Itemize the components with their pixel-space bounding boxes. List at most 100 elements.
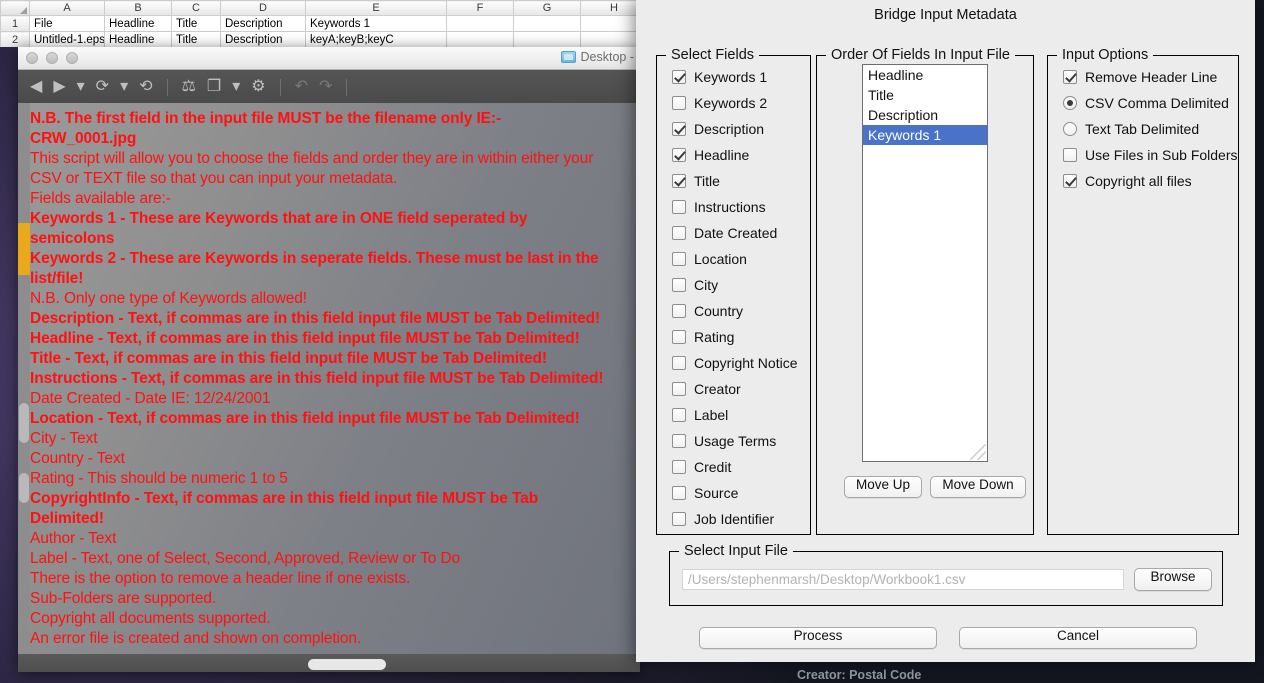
close-icon[interactable] <box>26 52 38 64</box>
checkbox-checked-icon[interactable] <box>672 122 686 136</box>
checkbox-icon[interactable] <box>672 330 686 344</box>
cell-f2[interactable] <box>446 31 514 47</box>
scrollbar-thumb[interactable] <box>19 403 29 443</box>
cell-a1[interactable]: File <box>29 15 105 32</box>
copy-dropdown-icon[interactable]: ▾ <box>232 79 240 95</box>
checkbox-checked-icon[interactable] <box>1063 70 1077 84</box>
checkbox-checked-icon[interactable] <box>1063 174 1077 188</box>
cell-h1[interactable] <box>580 15 640 32</box>
checkbox-icon[interactable] <box>672 200 686 214</box>
checkbox-checked-icon[interactable] <box>672 70 686 84</box>
input-option-row[interactable]: Use Files in Sub Folders <box>1048 142 1238 168</box>
field-checkbox-row[interactable]: Title <box>657 168 810 194</box>
column-header-a[interactable]: A <box>29 0 105 16</box>
chevron-down-icon[interactable]: ▾ <box>77 79 85 95</box>
field-checkbox-row[interactable]: Instructions <box>657 194 810 220</box>
column-header-f[interactable]: F <box>446 0 514 16</box>
vertical-scrollbar[interactable] <box>18 103 30 672</box>
rotate-left-icon[interactable]: ⟳ <box>96 79 109 95</box>
get-photos-icon[interactable]: ⚖ <box>182 79 196 95</box>
checkbox-icon[interactable] <box>672 382 686 396</box>
checkbox-icon[interactable] <box>672 278 686 292</box>
row-header-1[interactable]: 1 <box>0 15 30 32</box>
cell-b1[interactable]: Headline <box>104 15 172 32</box>
redo-icon[interactable]: ↷ <box>319 79 332 95</box>
list-item[interactable]: Headline <box>863 65 987 85</box>
checkbox-icon[interactable] <box>672 226 686 240</box>
input-file-path-field[interactable]: /Users/stephenmarsh/Desktop/Workbook1.cs… <box>682 569 1124 590</box>
field-checkbox-row[interactable]: Date Created <box>657 220 810 246</box>
cell-b2[interactable]: Headline <box>104 31 172 47</box>
cell-e2[interactable]: keyA;keyB;keyC <box>305 31 447 47</box>
field-checkbox-row[interactable]: Credit <box>657 454 810 480</box>
field-checkbox-row[interactable]: Keywords 1 <box>657 64 810 90</box>
input-option-row[interactable]: Text Tab Delimited <box>1048 116 1238 142</box>
rotate-dropdown-icon[interactable]: ▾ <box>120 79 128 95</box>
cell-h2[interactable] <box>580 31 640 47</box>
field-checkbox-row[interactable]: City <box>657 272 810 298</box>
checkbox-icon[interactable] <box>672 434 686 448</box>
cell-d1[interactable]: Description <box>220 15 306 32</box>
checkbox-icon[interactable] <box>672 460 686 474</box>
field-checkbox-row[interactable]: Keywords 2 <box>657 90 810 116</box>
horizontal-scrollbar-thumb[interactable] <box>308 659 386 670</box>
window-titlebar[interactable]: Desktop - <box>18 47 640 70</box>
field-checkbox-row[interactable]: Copyright Notice <box>657 350 810 376</box>
field-checkbox-row[interactable]: Job Identifier <box>657 506 810 532</box>
cell-d2[interactable]: Description <box>220 31 306 47</box>
rotate-right-icon[interactable]: ⟲ <box>139 79 152 95</box>
refresh-icon[interactable]: ⚙ <box>251 79 265 95</box>
back-arrow-icon[interactable]: ◀ <box>30 79 42 95</box>
cancel-button[interactable]: Cancel <box>959 627 1197 649</box>
row-header-2[interactable]: 2 <box>0 31 30 47</box>
field-checkbox-row[interactable]: Source <box>657 480 810 506</box>
radio-icon[interactable] <box>1063 122 1077 136</box>
undo-icon[interactable]: ↶ <box>295 79 308 95</box>
checkbox-icon[interactable] <box>672 96 686 110</box>
column-header-c[interactable]: C <box>171 0 221 16</box>
checkbox-icon[interactable] <box>1063 148 1077 162</box>
column-header-h[interactable]: H <box>580 0 640 16</box>
list-item[interactable]: Title <box>863 85 987 105</box>
copy-icon[interactable]: ❐ <box>207 79 221 95</box>
checkbox-checked-icon[interactable] <box>672 148 686 162</box>
list-item[interactable]: Keywords 1 <box>863 125 987 145</box>
input-option-row[interactable]: Copyright all files <box>1048 168 1238 194</box>
field-checkbox-row[interactable]: Country <box>657 298 810 324</box>
cell-c2[interactable]: Title <box>171 31 221 47</box>
resize-grip-icon[interactable] <box>970 444 986 460</box>
field-checkbox-row[interactable]: Label <box>657 402 810 428</box>
checkbox-checked-icon[interactable] <box>672 174 686 188</box>
forward-arrow-icon[interactable]: ▶ <box>53 79 65 95</box>
maximize-icon[interactable] <box>66 52 78 64</box>
column-header-g[interactable]: G <box>513 0 581 16</box>
cell-f1[interactable] <box>446 15 514 32</box>
move-down-button[interactable]: Move Down <box>930 476 1026 498</box>
cell-e1[interactable]: Keywords 1 <box>305 15 447 32</box>
spreadsheet[interactable]: A B C D E F G H 1 File Headline Title De… <box>0 0 640 47</box>
checkbox-icon[interactable] <box>672 512 686 526</box>
field-checkbox-row[interactable]: Description <box>657 116 810 142</box>
list-item[interactable]: Description <box>863 105 987 125</box>
cell-a2[interactable]: Untitled-1.eps <box>29 31 105 47</box>
radio-selected-icon[interactable] <box>1063 96 1077 110</box>
field-checkbox-row[interactable]: Creator <box>657 376 810 402</box>
field-checkbox-row[interactable]: Usage Terms <box>657 428 810 454</box>
cell-g2[interactable] <box>513 31 581 47</box>
cell-g1[interactable] <box>513 15 581 32</box>
input-option-row[interactable]: Remove Header Line <box>1048 64 1238 90</box>
column-header-e[interactable]: E <box>305 0 447 16</box>
column-header-b[interactable]: B <box>104 0 172 16</box>
column-header-d[interactable]: D <box>220 0 306 16</box>
browse-button[interactable]: Browse <box>1134 568 1212 591</box>
field-checkbox-row[interactable]: Location <box>657 246 810 272</box>
select-all-corner[interactable] <box>0 0 30 16</box>
checkbox-icon[interactable] <box>672 252 686 266</box>
minimize-icon[interactable] <box>46 52 58 64</box>
checkbox-icon[interactable] <box>672 304 686 318</box>
order-fields-listbox[interactable]: Headline Title Description Keywords 1 <box>862 64 988 462</box>
field-checkbox-row[interactable]: Rating <box>657 324 810 350</box>
move-up-button[interactable]: Move Up <box>844 476 922 498</box>
cell-c1[interactable]: Title <box>171 15 221 32</box>
input-option-row[interactable]: CSV Comma Delimited <box>1048 90 1238 116</box>
